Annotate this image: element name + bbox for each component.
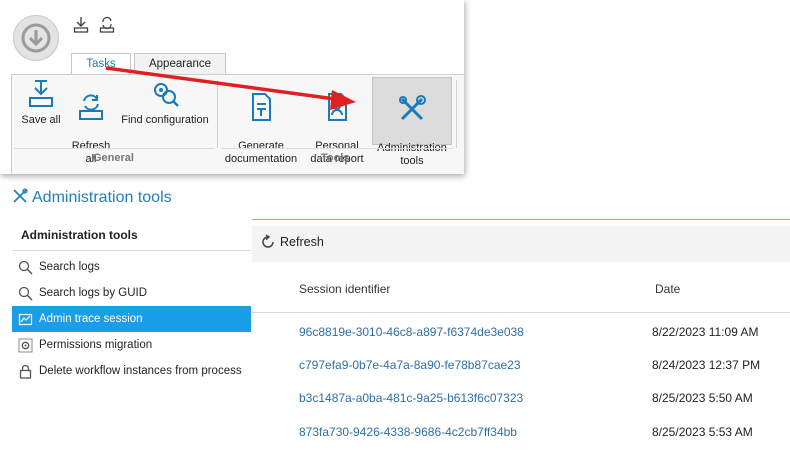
nav-header: Administration tools: [12, 222, 251, 251]
column-header-session[interactable]: Session identifier: [299, 282, 390, 296]
generate-documentation-label: Generate documentation: [224, 140, 298, 165]
refresh-all-icon: [79, 94, 103, 120]
session-date: 8/22/2023 11:09 AM: [652, 325, 759, 339]
personal-report-icon: [328, 93, 347, 121]
session-date: 8/25/2023 5:50 AM: [652, 391, 753, 405]
table-row[interactable]: b3c1487a-a0ba-481c-9a25-b613f6c07323 8/2…: [252, 391, 790, 424]
refresh-button[interactable]: Refresh: [260, 234, 324, 250]
tab-appearance-label: Appearance: [148, 58, 212, 70]
group-label-general: General: [93, 152, 134, 164]
administration-tools-label: Administration tools: [377, 142, 447, 167]
nav-item-label: Search logs by GUID: [39, 287, 148, 299]
group-divider: [221, 148, 453, 149]
nav-item-label: Permissions migration: [39, 339, 153, 351]
page-title-text: Administration tools: [32, 189, 172, 206]
nav-item-label: Admin trace session: [39, 313, 143, 325]
administration-tools-button[interactable]: Administration tools: [372, 77, 452, 167]
tab-appearance[interactable]: Appearance: [134, 53, 226, 75]
nav-item-delete-workflow-instances[interactable]: Delete workflow instances from process: [12, 358, 251, 384]
tab-tasks-label: Tasks: [86, 58, 116, 70]
search-icon: [18, 260, 33, 275]
tab-tasks[interactable]: Tasks: [71, 53, 131, 76]
group-separator: [217, 80, 218, 148]
page-title: Administration tools: [12, 188, 172, 207]
find-configuration-button[interactable]: Find configuration: [118, 78, 212, 127]
group-label-tools: Tools: [321, 152, 350, 164]
table-row[interactable]: 873fa730-9426-4338-9686-4c2cb7ff34bb 8/2…: [252, 425, 790, 458]
table-row[interactable]: c797efa9-0b7e-4a7a-8a90-fe78b87cae23 8/2…: [252, 358, 790, 391]
find-configuration-icon: [154, 83, 179, 107]
content-top-border: [252, 219, 790, 220]
refresh-icon: [262, 234, 274, 248]
table-header-rule: [252, 312, 790, 313]
group-separator: [456, 80, 457, 148]
download-circle-icon: [21, 23, 51, 53]
session-link[interactable]: c797efa9-0b7e-4a7a-8a90-fe78b87cae23: [299, 358, 521, 372]
save-all-icon: [29, 80, 53, 107]
session-date: 8/24/2023 12:37 PM: [652, 358, 761, 372]
ribbon-panel: Tasks Appearance Save all Refresh all Fi…: [0, 0, 464, 174]
nav-item-admin-trace-session[interactable]: Admin trace session: [12, 306, 251, 332]
nav-item-search-logs[interactable]: Search logs: [12, 254, 251, 280]
session-link[interactable]: 96c8819e-3010-46c8-a897-f6374de3e038: [299, 325, 524, 339]
nav-item-search-logs-by-guid[interactable]: Search logs by GUID: [12, 280, 251, 306]
search-icon: [18, 286, 33, 301]
session-link[interactable]: 873fa730-9426-4338-9686-4c2cb7ff34bb: [299, 425, 517, 439]
nav-item-label: Delete workflow instances from process: [39, 365, 242, 377]
column-header-date[interactable]: Date: [655, 282, 680, 296]
lock-icon: [19, 364, 32, 379]
save-all-label: Save all: [21, 114, 61, 126]
nav-item-label: Search logs: [39, 261, 100, 273]
app-menu-button[interactable]: [13, 15, 59, 61]
refresh-quick-icon[interactable]: [99, 16, 115, 34]
group-divider: [14, 148, 214, 149]
wrench-screwdriver-icon: [13, 188, 28, 203]
find-configuration-label: Find configuration: [121, 114, 209, 126]
table-row[interactable]: 96c8819e-3010-46c8-a897-f6374de3e038 8/2…: [252, 325, 790, 358]
gear-icon: [18, 338, 33, 352]
refresh-label: Refresh: [280, 235, 324, 249]
admin-tools-nav: Administration tools Search logs Search …: [12, 222, 251, 384]
save-all-button[interactable]: Save all: [18, 78, 64, 127]
save-quick-icon[interactable]: [73, 16, 89, 34]
document-icon: [252, 93, 271, 121]
session-date: 8/25/2023 5:53 AM: [652, 425, 753, 439]
generate-documentation-button[interactable]: Generate documentation: [222, 78, 300, 166]
wrench-screwdriver-icon: [399, 95, 426, 121]
nav-item-permissions-migration[interactable]: Permissions migration: [12, 332, 251, 358]
trace-icon: [18, 313, 33, 325]
session-link[interactable]: b3c1487a-a0ba-481c-9a25-b613f6c07323: [299, 391, 523, 405]
content-toolbar: Refresh: [252, 226, 790, 262]
